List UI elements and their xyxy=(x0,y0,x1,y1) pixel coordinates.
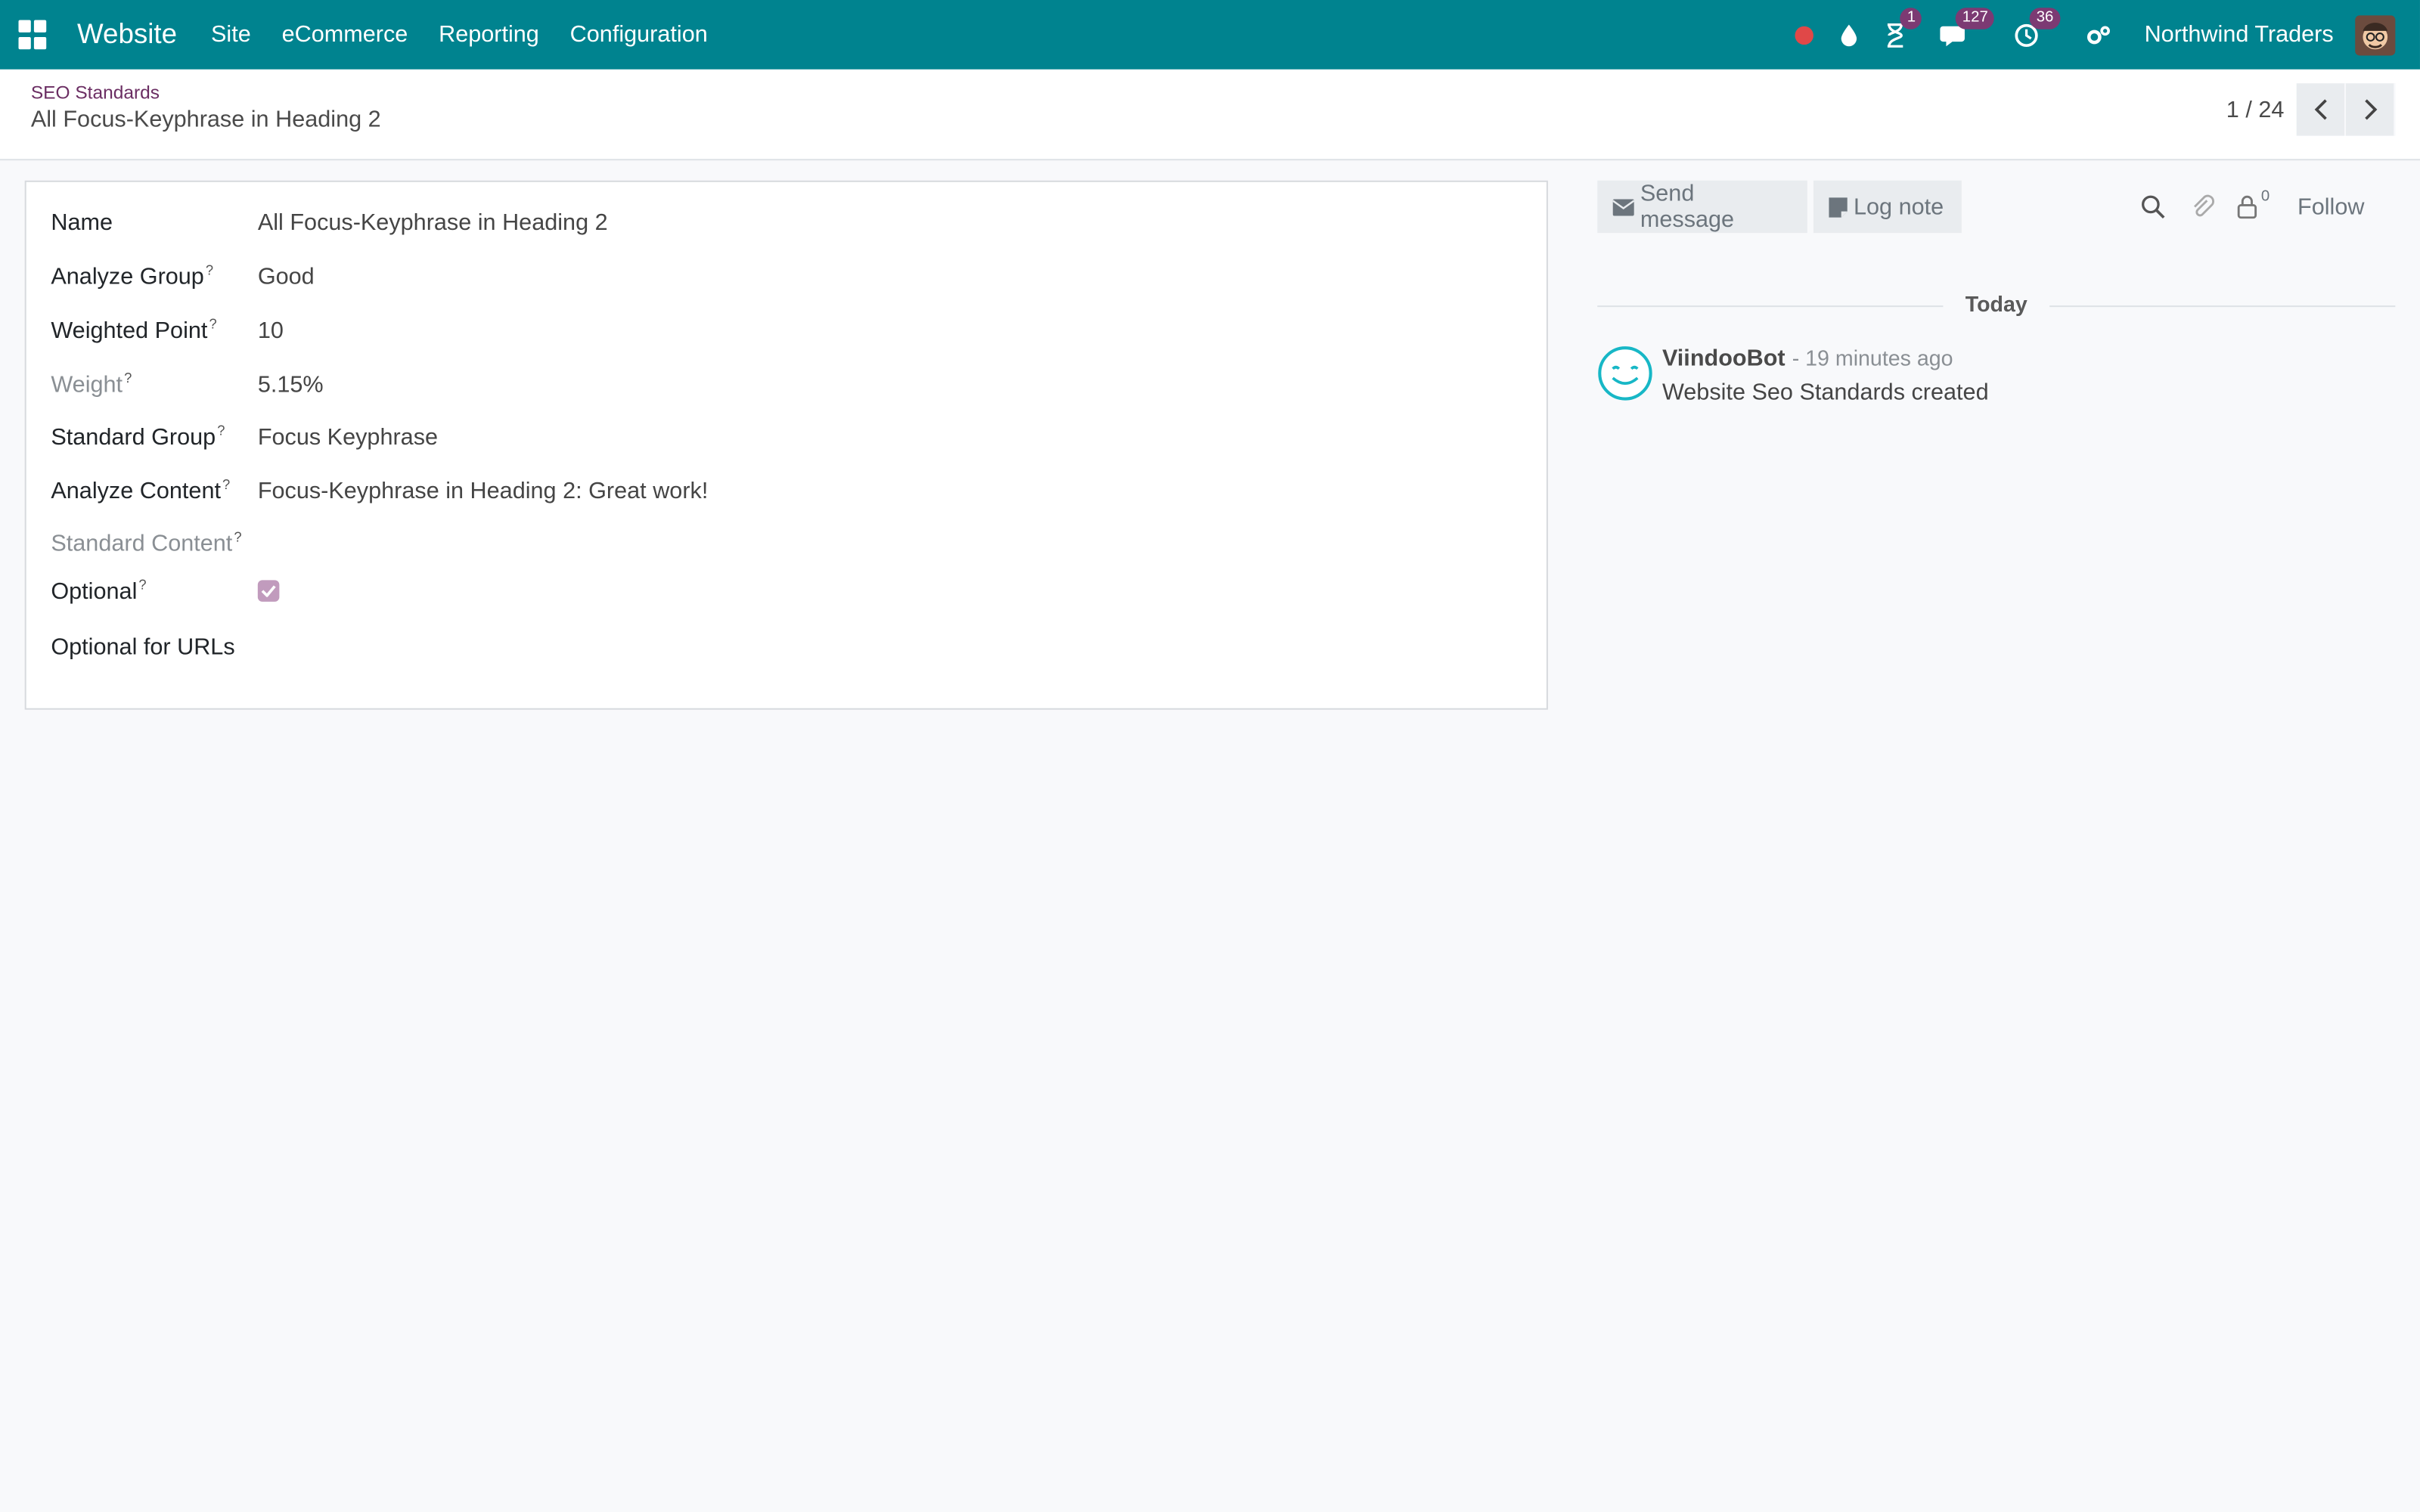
field-label-wrap: Standard Group? xyxy=(51,423,257,451)
apps-menu-icon[interactable] xyxy=(18,19,49,51)
field-label-wrap: Weight? xyxy=(51,370,257,398)
field-optional: Optional? xyxy=(51,572,280,609)
help-mark[interactable]: ? xyxy=(222,477,230,492)
search-messages-button[interactable] xyxy=(2141,194,2166,219)
form-sheet: Name All Focus-Keyphrase in Heading 2 An… xyxy=(24,180,1548,710)
message-date: - 19 minutes ago xyxy=(1792,345,1953,370)
recording-icon[interactable] xyxy=(1795,25,1814,45)
settings-icon[interactable] xyxy=(2086,23,2114,48)
field-label-wrap: Optional? xyxy=(51,577,257,605)
check-icon xyxy=(261,585,276,597)
field-value[interactable]: 10 xyxy=(258,317,284,343)
optional-checkbox[interactable] xyxy=(257,580,280,602)
followers-count: 0 xyxy=(2260,187,2270,205)
menu-configuration[interactable]: Configuration xyxy=(570,22,708,48)
field-label: Optional for URLs xyxy=(51,633,235,660)
drop-icon[interactable] xyxy=(1838,23,1860,48)
pager: 1 / 24 xyxy=(2226,83,2396,136)
clock-icon[interactable]: 36 xyxy=(2015,7,2060,48)
hourglass-icon[interactable]: 1 xyxy=(1885,7,1922,48)
field-analyze-content: Analyze Content? Focus-Keyphrase in Head… xyxy=(51,472,708,509)
field-label: Weight xyxy=(51,371,123,398)
field-value[interactable]: Good xyxy=(258,263,315,290)
menu-ecommerce[interactable]: eCommerce xyxy=(282,22,408,48)
breadcrumb[interactable]: SEO Standards xyxy=(31,82,160,104)
systray: 1 127 36 Northwind Traders xyxy=(1771,0,2396,70)
date-separator: Today xyxy=(1597,291,2396,320)
company-switcher[interactable]: Northwind Traders xyxy=(2145,22,2334,48)
field-label: Standard Group xyxy=(51,424,216,451)
lock-icon xyxy=(2237,195,2257,219)
field-label: Name xyxy=(51,209,113,236)
field-label: Analyze Group xyxy=(51,263,204,290)
field-analyze-group: Analyze Group? Good xyxy=(51,258,314,295)
message-header: ViindooBot - 19 minutes ago xyxy=(1662,345,1989,373)
field-name: Name All Focus-Keyphrase in Heading 2 xyxy=(51,203,607,240)
help-mark[interactable]: ? xyxy=(209,316,216,331)
pager-previous-button[interactable] xyxy=(2296,83,2347,136)
send-message-button[interactable]: Send message xyxy=(1597,180,1807,234)
field-label: Analyze Content xyxy=(51,478,221,505)
help-mark[interactable]: ? xyxy=(217,423,225,438)
message-item: ViindooBot - 19 minutes ago Website Seo … xyxy=(1597,345,1989,406)
pager-next-button[interactable] xyxy=(2346,83,2396,136)
user-avatar[interactable] xyxy=(2355,14,2396,55)
field-value[interactable]: Focus Keyphrase xyxy=(258,423,438,450)
field-label-wrap: Standard Content? xyxy=(51,529,257,557)
log-note-label: Log note xyxy=(1854,194,1944,220)
help-mark[interactable]: ? xyxy=(234,529,241,544)
messages-badge: 127 xyxy=(1956,7,1994,29)
note-icon xyxy=(1829,197,1848,217)
field-label-wrap: Analyze Group? xyxy=(51,262,257,290)
messages-icon[interactable]: 127 xyxy=(1941,7,1994,48)
field-weight: Weight? 5.15% xyxy=(51,366,323,403)
clock-badge: 36 xyxy=(2030,7,2060,29)
date-separator-text: Today xyxy=(1597,291,2395,317)
menu-reporting[interactable]: Reporting xyxy=(439,22,539,48)
help-mark[interactable]: ? xyxy=(138,577,146,592)
search-icon xyxy=(2142,195,2165,219)
field-weighted-point: Weighted Point? 10 xyxy=(51,311,284,349)
log-note-button[interactable]: Log note xyxy=(1813,180,1962,234)
bot-avatar[interactable] xyxy=(1597,345,1652,401)
control-panel: SEO Standards All Focus-Keyphrase in Hea… xyxy=(0,69,2420,161)
envelope-icon xyxy=(1612,198,1634,215)
pager-value[interactable]: 1 / 24 xyxy=(2226,97,2285,123)
field-value: 5.15% xyxy=(257,370,324,398)
chevron-left-icon xyxy=(2313,99,2326,120)
field-value[interactable]: All Focus-Keyphrase in Heading 2 xyxy=(258,209,608,236)
record-title: All Focus-Keyphrase in Heading 2 xyxy=(30,106,381,133)
message-author[interactable]: ViindooBot xyxy=(1662,345,1786,372)
field-value[interactable]: Focus-Keyphrase in Heading 2: Great work… xyxy=(258,478,709,504)
followers-button[interactable]: 0 xyxy=(2236,187,2270,219)
follow-button[interactable]: Follow xyxy=(2297,194,2364,220)
app-name[interactable]: Website xyxy=(77,18,177,51)
top-navbar: Website Site eCommerce Reporting Configu… xyxy=(0,0,2420,70)
field-standard-group: Standard Group? Focus Keyphrase xyxy=(51,418,438,455)
message-content: ViindooBot - 19 minutes ago Website Seo … xyxy=(1662,345,1989,406)
menu-site[interactable]: Site xyxy=(211,22,251,48)
date-separator-label: Today xyxy=(1950,291,2043,317)
paperclip-icon xyxy=(2194,194,2215,217)
field-optional-urls: Optional for URLs xyxy=(51,628,234,665)
chevron-right-icon xyxy=(2364,99,2377,120)
field-label: Weighted Point xyxy=(51,318,208,345)
send-message-label: Send message xyxy=(1640,180,1735,234)
field-standard-content: Standard Content? xyxy=(51,525,257,562)
field-label: Standard Content xyxy=(51,531,233,557)
message-body: Website Seo Standards created xyxy=(1661,380,1989,406)
help-mark[interactable]: ? xyxy=(206,262,213,277)
activity-badge: 1 xyxy=(1900,7,1922,29)
field-label-wrap: Weighted Point? xyxy=(51,316,257,344)
help-mark[interactable]: ? xyxy=(124,370,132,386)
chatter-tools: 0 Follow xyxy=(2119,181,2365,233)
field-label-wrap: Analyze Content? xyxy=(51,477,257,505)
field-label: Optional xyxy=(51,578,138,605)
attachment-button[interactable] xyxy=(2190,194,2215,219)
